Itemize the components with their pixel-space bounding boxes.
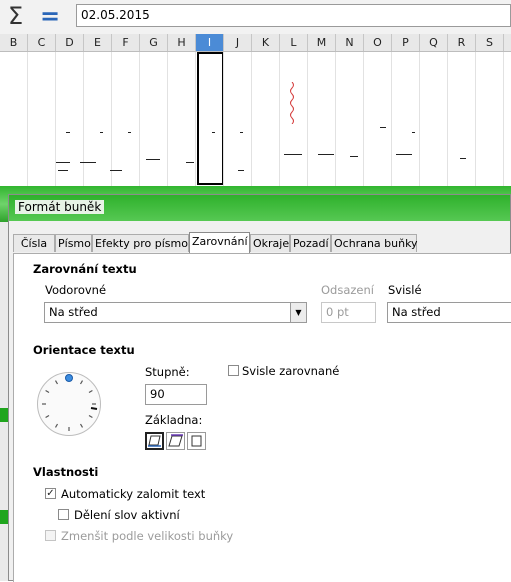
column-header-e[interactable]: E bbox=[84, 34, 112, 51]
wrap-text-checkbox[interactable]: ✓ bbox=[45, 488, 56, 499]
cell-text-fragment bbox=[146, 159, 160, 160]
tab-background[interactable]: Pozadí bbox=[290, 234, 331, 252]
text-alignment-heading: Zarovnání textu bbox=[33, 262, 137, 276]
grid-line bbox=[503, 52, 504, 188]
cell-text-fragment bbox=[460, 158, 466, 159]
wrap-text-label: Automaticky zalomit text bbox=[61, 487, 206, 501]
formula-bar: Σ = 02.05.2015 bbox=[0, 0, 511, 35]
cell-inside-icon[interactable] bbox=[187, 432, 206, 450]
grid-line bbox=[447, 52, 448, 188]
selected-cell[interactable] bbox=[197, 52, 224, 185]
shrink-to-fit-label: Zmenšit podle velikosti buňky bbox=[61, 529, 234, 543]
cell-text-fragment bbox=[212, 132, 215, 133]
column-header-f[interactable]: F bbox=[112, 34, 140, 51]
grid-line bbox=[279, 52, 280, 188]
grid-line bbox=[419, 52, 420, 188]
cell-text-fragment bbox=[350, 156, 358, 157]
hyphenation-label: Dělení slov aktivní bbox=[74, 508, 180, 522]
equals-icon[interactable]: = bbox=[40, 4, 60, 28]
tab-font-effects[interactable]: Efekty pro písmo bbox=[92, 234, 189, 252]
grid-line bbox=[167, 52, 168, 188]
cell-text-fragment bbox=[396, 154, 412, 155]
cell-text-fragment bbox=[412, 132, 415, 133]
column-header-g[interactable]: G bbox=[140, 34, 168, 51]
stacked-checkbox[interactable] bbox=[228, 365, 239, 376]
sigma-icon[interactable]: Σ bbox=[8, 2, 23, 30]
sheet-grid[interactable] bbox=[0, 52, 511, 188]
column-header-i[interactable]: I bbox=[196, 34, 224, 51]
column-header-o[interactable]: O bbox=[364, 34, 392, 51]
indent-input[interactable]: 0 pt bbox=[321, 302, 376, 323]
hyphenation-checkbox[interactable] bbox=[58, 509, 69, 520]
top-edge-icon[interactable] bbox=[166, 432, 185, 450]
cell-text-fragment bbox=[240, 132, 243, 133]
cell-text-fragment bbox=[284, 154, 302, 155]
column-header-l[interactable]: L bbox=[280, 34, 308, 51]
cell-text-fragment bbox=[110, 170, 122, 171]
grid-line bbox=[195, 52, 196, 188]
tab-font[interactable]: Písmo bbox=[55, 234, 92, 252]
orientation-dial[interactable] bbox=[37, 372, 101, 436]
cell-text-fragment bbox=[80, 162, 96, 163]
formula-input[interactable]: 02.05.2015 bbox=[76, 4, 511, 27]
dialog-title: Formát buněk bbox=[15, 200, 105, 214]
column-header-j[interactable]: J bbox=[224, 34, 252, 51]
tab-alignment[interactable]: Zarovnání bbox=[189, 232, 250, 253]
horizontal-select-value: Na střed bbox=[49, 305, 98, 319]
horizontal-label: Vodorovné bbox=[45, 283, 107, 297]
vertical-select[interactable]: Na střed bbox=[387, 302, 511, 323]
column-header-k[interactable]: K bbox=[252, 34, 280, 51]
grid-line bbox=[391, 52, 392, 188]
column-header-s[interactable]: S bbox=[476, 34, 504, 51]
shrink-to-fit-checkbox[interactable] bbox=[45, 530, 56, 541]
tab-borders[interactable]: Okraje bbox=[250, 234, 290, 252]
grid-line bbox=[475, 52, 476, 188]
column-header-h[interactable]: H bbox=[168, 34, 196, 51]
grid-line bbox=[251, 52, 252, 188]
cell-text-fragment bbox=[66, 132, 70, 133]
dialog-titlebar[interactable]: Formát buněk bbox=[9, 195, 510, 221]
degrees-input[interactable]: 90 bbox=[145, 384, 207, 405]
column-header-d[interactable]: D bbox=[56, 34, 84, 51]
tab-numbers[interactable]: Čísla bbox=[13, 234, 55, 252]
cell-text-fragment bbox=[186, 162, 194, 163]
cell-text-fragment bbox=[238, 170, 244, 171]
grid-line bbox=[83, 52, 84, 188]
grid-line bbox=[27, 52, 28, 188]
indent-label: Odsazení bbox=[321, 283, 374, 297]
cell-text-fragment bbox=[128, 132, 131, 133]
cell-text-fragment bbox=[318, 154, 334, 155]
grid-line bbox=[139, 52, 140, 188]
grid-line bbox=[55, 52, 56, 188]
tab-cell-protection[interactable]: Ochrana buňky bbox=[331, 234, 418, 252]
grid-line bbox=[223, 52, 224, 188]
horizontal-select[interactable]: Na střed ▼ bbox=[44, 302, 307, 323]
cell-text-fragment bbox=[58, 170, 68, 171]
column-header-c[interactable]: C bbox=[28, 34, 56, 51]
stacked-label: Svisle zarovnané bbox=[242, 364, 340, 378]
column-header-m[interactable]: M bbox=[308, 34, 336, 51]
vertical-label: Svislé bbox=[388, 283, 422, 297]
grid-line bbox=[363, 52, 364, 188]
text-orientation-heading: Orientace textu bbox=[33, 343, 135, 357]
column-header-p[interactable]: P bbox=[392, 34, 420, 51]
dial-handle-icon[interactable] bbox=[65, 374, 73, 382]
grid-line bbox=[335, 52, 336, 188]
cell-text-fragment bbox=[380, 127, 386, 128]
column-header-r[interactable]: R bbox=[448, 34, 476, 51]
reference-edge-label: Základna: bbox=[145, 413, 203, 427]
bottom-edge-icon[interactable] bbox=[145, 432, 164, 450]
column-header-b[interactable]: B bbox=[0, 34, 28, 51]
grid-line bbox=[111, 52, 112, 188]
column-header-n[interactable]: N bbox=[336, 34, 364, 51]
chevron-down-icon[interactable]: ▼ bbox=[290, 303, 306, 322]
wavy-line-decoration bbox=[290, 82, 294, 124]
degrees-label: Stupně: bbox=[145, 365, 190, 379]
cell-text-fragment bbox=[56, 162, 70, 163]
grid-line bbox=[307, 52, 308, 188]
column-header: BCDEFGHIJKLMNOPQRS bbox=[0, 34, 511, 52]
cell-text-fragment bbox=[100, 132, 103, 133]
column-header-q[interactable]: Q bbox=[420, 34, 448, 51]
properties-heading: Vlastnosti bbox=[33, 465, 99, 479]
